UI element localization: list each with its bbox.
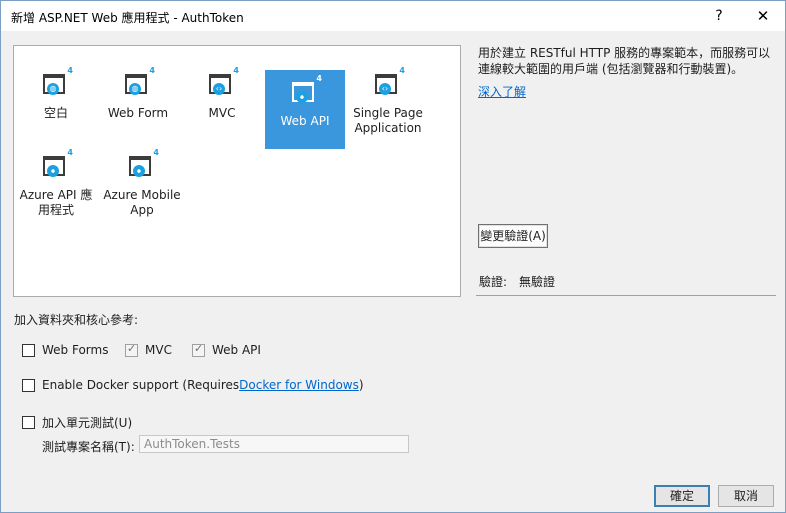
checkbox-label: Web API bbox=[212, 343, 261, 357]
template-web-api[interactable]: 4 ⦁ Web API bbox=[265, 70, 345, 149]
checkbox-box[interactable] bbox=[22, 378, 35, 392]
window-title: 新增 ASP.NET Web 應用程式 - AuthToken bbox=[11, 11, 244, 25]
template-label: Azure API 應用程式 bbox=[19, 188, 93, 217]
help-button[interactable]: ? bbox=[701, 1, 737, 31]
template-icon: 4 ⦁ bbox=[127, 148, 159, 180]
template-mvc[interactable]: 4 ‹› MVC bbox=[182, 66, 262, 148]
template-label: Web Form bbox=[107, 106, 169, 120]
check-icon: ✓ bbox=[127, 341, 137, 355]
template-icon: 4 ‹› bbox=[207, 66, 239, 98]
template-label: 空白 bbox=[43, 106, 68, 120]
template-azure-api[interactable]: 4 ⦁ Azure API 應用程式 bbox=[16, 148, 96, 230]
template-icon: 4 ◍ bbox=[123, 66, 155, 98]
web-forms-checkbox[interactable]: Web Forms bbox=[22, 343, 108, 357]
checkbox-label: MVC bbox=[145, 343, 172, 357]
dialog-window: 新增 ASP.NET Web 應用程式 - AuthToken ? ✕ 4 ◍ 空… bbox=[0, 0, 786, 513]
checkbox-box[interactable]: ✓ bbox=[192, 341, 205, 357]
core-refs-label: 加入資料夾和核心參考: bbox=[14, 313, 139, 327]
checkbox-box[interactable] bbox=[22, 416, 35, 429]
ok-button[interactable]: 確定 bbox=[654, 485, 710, 507]
template-empty[interactable]: 4 ◍ 空白 bbox=[16, 66, 96, 148]
template-icon: 4 ◍ bbox=[41, 66, 73, 98]
checkbox-label: Enable Docker support (Requires bbox=[42, 378, 240, 392]
template-web-form[interactable]: 4 ◍ Web Form bbox=[98, 66, 178, 148]
test-project-name-input[interactable]: AuthToken.Tests bbox=[139, 435, 409, 453]
auth-label: 驗證: bbox=[479, 275, 508, 289]
check-icon: ✓ bbox=[194, 341, 204, 355]
template-label: Single Page Application bbox=[353, 106, 423, 135]
template-label: Web API bbox=[280, 114, 330, 128]
checkbox-label: Web Forms bbox=[42, 343, 109, 357]
unit-test-checkbox[interactable]: 加入單元測試(U) bbox=[22, 414, 132, 431]
checkbox-box[interactable] bbox=[22, 343, 35, 357]
template-icon: 4 ⦁ bbox=[41, 148, 73, 180]
docker-link[interactable]: Docker for Windows bbox=[239, 378, 359, 392]
template-label: MVC bbox=[208, 106, 236, 120]
template-azure-mobile[interactable]: 4 ⦁ Azure Mobile App bbox=[102, 148, 182, 230]
template-list: 4 ◍ 空白 4 ◍ Web Form 4 ‹› MVC 4 ⦁ Web API 4 ‹›… bbox=[13, 45, 461, 297]
cancel-button[interactable]: 取消 bbox=[718, 485, 774, 507]
mvc-checkbox[interactable]: ✓ MVC bbox=[125, 341, 172, 357]
title-bar: 新增 ASP.NET Web 應用程式 - AuthToken ? ✕ bbox=[1, 1, 785, 31]
checkbox-label: 加入單元測試(U) bbox=[42, 416, 133, 430]
template-icon: 4 ⦁ bbox=[290, 74, 322, 106]
template-label: Azure Mobile App bbox=[103, 188, 181, 217]
checkbox-box[interactable]: ✓ bbox=[125, 341, 138, 357]
checkbox-label-suffix: ) bbox=[358, 378, 364, 392]
close-button[interactable]: ✕ bbox=[741, 1, 785, 31]
template-description: 用於建立 RESTful HTTP 服務的專案範本，而服務可以連線較大範圍的用戶… bbox=[478, 46, 771, 76]
web-api-checkbox[interactable]: ✓ Web API bbox=[192, 341, 261, 357]
template-spa[interactable]: 4 ‹› Single Page Application bbox=[348, 66, 428, 148]
docker-checkbox[interactable]: Enable Docker support (Requires Docker f… bbox=[22, 378, 364, 392]
auth-status: 驗證: 無驗證 bbox=[479, 273, 555, 290]
template-icon: 4 ‹› bbox=[373, 66, 405, 98]
auth-value: 無驗證 bbox=[519, 275, 556, 289]
test-project-name-label: 測試專案名稱(T): bbox=[42, 440, 135, 454]
divider bbox=[476, 295, 776, 296]
learn-more-link[interactable]: 深入了解 bbox=[478, 83, 526, 100]
change-auth-button[interactable]: 變更驗證(A) bbox=[478, 224, 548, 248]
